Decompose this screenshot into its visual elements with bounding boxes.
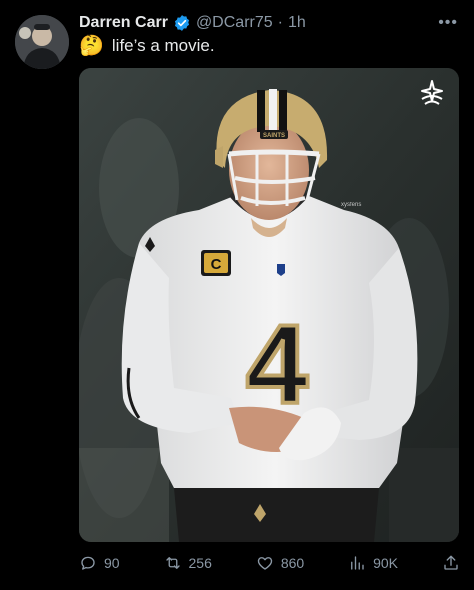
share-icon — [444, 555, 458, 570]
retweet-icon — [165, 557, 180, 569]
views-button[interactable]: 90K — [348, 554, 398, 572]
tweet-text: 🤔 life’s a movie. — [79, 36, 215, 56]
thinking-face-emoji: 🤔 — [79, 35, 104, 57]
football-player-photo: C 4 SAINTS xysfens — [79, 68, 459, 542]
reply-button[interactable]: 90 — [79, 554, 120, 572]
helmet-text: SAINTS — [263, 133, 285, 139]
views-count: 90K — [373, 555, 399, 571]
tweet-body: life’s a movie. — [111, 36, 215, 55]
like-button[interactable]: 860 — [256, 554, 304, 572]
verified-badge-icon — [174, 15, 189, 31]
photo-watermark: xysfens — [341, 202, 361, 208]
like-count: 860 — [280, 555, 305, 571]
author-name[interactable]: Darren Carr — [79, 14, 168, 32]
more-icon[interactable]: ••• — [438, 14, 458, 32]
tweet-photo[interactable]: C 4 SAINTS xysfens — [79, 68, 459, 542]
share-button[interactable] — [442, 554, 460, 572]
avatar-image — [15, 15, 69, 69]
author-row: Darren Carr @DCarr75 · 1h — [79, 12, 460, 34]
author-handle[interactable]: @DCarr75 — [196, 14, 273, 32]
reply-icon — [81, 556, 95, 570]
separator-dot: · — [277, 14, 283, 31]
action-bar: 90 256 860 90K — [79, 552, 460, 574]
heart-icon — [257, 557, 273, 570]
avatar[interactable] — [15, 15, 69, 69]
svg-text:C: C — [211, 256, 222, 273]
reply-count: 90 — [104, 555, 120, 571]
jersey-number: 4 — [246, 302, 308, 427]
sparkle-badge-icon — [421, 80, 443, 105]
views-chart-icon — [351, 556, 364, 570]
retweet-button[interactable]: 256 — [164, 554, 212, 572]
timestamp[interactable]: 1h — [288, 14, 306, 32]
retweet-count: 256 — [188, 555, 212, 571]
